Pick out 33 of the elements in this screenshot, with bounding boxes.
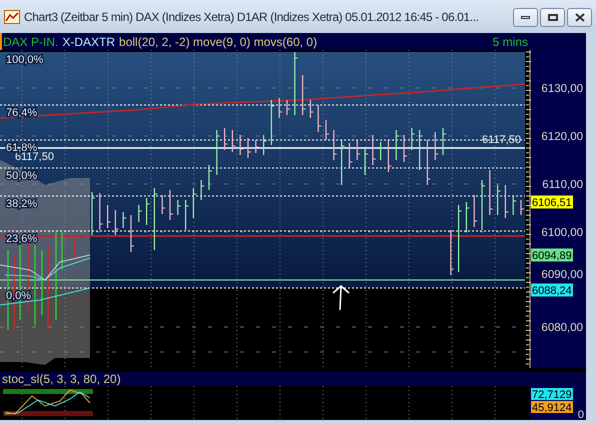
fibonacci-label: 100,0%	[6, 54, 44, 66]
symbol-label: DAX P-IN.	[3, 34, 58, 50]
axis-label: 6110,00	[542, 179, 583, 191]
minimize-icon	[521, 16, 530, 19]
chart-icon	[4, 10, 20, 24]
window-title: Chart3 (Zeitbar 5 min) DAX (Indizes Xetra) D1AR (Indizes Xetra) 05.01.2012 16:45 - 06.01...	[24, 8, 480, 26]
interval-label: 5 mins	[492, 34, 528, 50]
indicator-title: stoc_sl(5, 3, 3, 80, 20)	[2, 371, 121, 388]
fibonacci-label: 50,0%	[6, 170, 38, 182]
fibonacci-label: 23,6%	[6, 233, 38, 245]
indicator-label: boll(20, 2, -2) move(9, 0) movs(60, 0)	[119, 34, 318, 50]
price-tag: 6106,51	[531, 196, 573, 209]
close-icon	[574, 13, 584, 22]
price-tag: 6094,89	[531, 248, 573, 262]
instrument-label: X-DAXTR	[62, 34, 116, 50]
axis-label: 6100,00	[541, 227, 583, 239]
axis-label: 6080,00	[541, 322, 583, 334]
close-button[interactable]	[567, 8, 592, 27]
fibonacci-label: 38,2%	[6, 198, 38, 210]
value-tag: 45,9124	[531, 401, 573, 414]
minimize-button[interactable]	[513, 8, 538, 27]
fibonacci-label: 76,4%	[6, 107, 38, 119]
axis-label: 6130,00	[541, 83, 583, 95]
restore-icon	[548, 14, 558, 21]
price-line-label: 6117,50	[15, 151, 54, 163]
price-tag: 6088,24	[531, 284, 573, 297]
axis-label: 6120,00	[541, 131, 583, 143]
axis-label: 6090,00	[541, 269, 583, 281]
axis-label: 0	[578, 409, 584, 420]
price-line-label: 6117,50	[482, 134, 521, 146]
value-tag: 72,7129	[531, 388, 573, 401]
maximize-button[interactable]	[540, 8, 565, 27]
arrow-annotation	[332, 285, 350, 311]
